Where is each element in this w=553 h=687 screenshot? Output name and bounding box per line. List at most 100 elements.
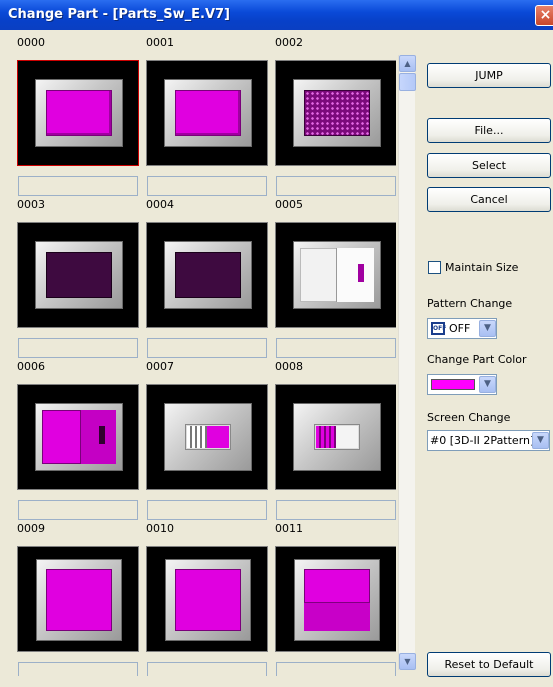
switch-graphic [164, 79, 252, 147]
part-name-field[interactable] [147, 662, 267, 676]
part-cell[interactable]: 0011 [270, 522, 396, 676]
scroll-down-button[interactable]: ▼ [399, 653, 416, 670]
chevron-down-icon: ▼ [484, 323, 491, 333]
part-thumbnail[interactable] [17, 546, 139, 652]
maintain-size-label: Maintain Size [445, 261, 519, 274]
switch-graphic [207, 426, 229, 448]
switch-graphic [175, 90, 241, 136]
part-name-field[interactable] [18, 338, 138, 358]
window-title: Change Part - [Parts_Sw_E.V7] [8, 7, 230, 22]
switch-graphic [336, 248, 374, 302]
gallery-scrollbar[interactable]: ▲ ▼ [398, 55, 416, 670]
part-cell[interactable]: 0009 [12, 522, 139, 676]
switch-graphic [293, 403, 381, 471]
jump-button[interactable]: JUMP [427, 63, 551, 88]
part-cell[interactable]: 0003 [12, 198, 139, 358]
switch-graphic [175, 252, 241, 298]
pattern-change-label: Pattern Change [427, 297, 513, 310]
part-number-label: 0007 [146, 360, 174, 373]
change-part-color-label: Change Part Color [427, 353, 527, 366]
switch-graphic [46, 90, 112, 136]
part-number-label: 0003 [17, 198, 45, 211]
part-thumbnail[interactable] [146, 222, 268, 328]
part-name-field[interactable] [18, 500, 138, 520]
switch-graphic [35, 79, 123, 147]
switch-graphic [36, 559, 122, 641]
switch-graphic [316, 426, 336, 448]
part-thumbnail[interactable] [17, 222, 139, 328]
reset-to-default-button[interactable]: Reset to Default [427, 652, 551, 677]
switch-graphic [46, 569, 112, 631]
part-cell[interactable]: 0000 [12, 36, 139, 196]
screen-change-select[interactable]: #0 [3D-II 2Pattern] ▼ [427, 430, 550, 451]
part-name-field[interactable] [147, 176, 267, 196]
part-cell[interactable]: 0010 [141, 522, 268, 676]
part-name-field[interactable] [276, 662, 396, 676]
cancel-button[interactable]: Cancel [427, 187, 551, 212]
pattern-change-select[interactable]: OFF OFF ▼ [427, 318, 497, 339]
switch-graphic [304, 603, 370, 631]
chevron-down-icon: ▼ [404, 657, 411, 666]
part-cell[interactable]: 0005 [270, 198, 396, 358]
part-name-field[interactable] [18, 662, 138, 676]
part-number-label: 0001 [146, 36, 174, 49]
chevron-down-icon: ▼ [537, 435, 544, 445]
part-name-field[interactable] [276, 500, 396, 520]
scroll-thumb[interactable] [399, 73, 416, 91]
part-cell[interactable]: 0002 [270, 36, 396, 196]
part-thumbnail[interactable] [17, 384, 139, 490]
chevron-up-icon: ▲ [404, 59, 411, 68]
part-thumbnail[interactable] [275, 546, 396, 652]
switch-graphic [165, 559, 251, 641]
part-number-label: 0009 [17, 522, 45, 535]
part-cell[interactable]: 0004 [141, 198, 268, 358]
screen-change-label: Screen Change [427, 411, 511, 424]
part-name-field[interactable] [147, 338, 267, 358]
part-cell[interactable]: 0008 [270, 360, 396, 520]
part-name-field[interactable] [18, 176, 138, 196]
switch-graphic [358, 264, 364, 282]
part-thumbnail[interactable] [146, 60, 268, 166]
pattern-change-dropdown-arrow[interactable]: ▼ [479, 320, 496, 337]
scroll-up-button[interactable]: ▲ [399, 55, 416, 72]
part-color-select[interactable]: ▼ [427, 374, 497, 395]
part-name-field[interactable] [276, 338, 396, 358]
switch-graphic [293, 241, 381, 309]
parts-gallery: 0000 0001 0002 0003 0004 0005 0006 0007 0008 0009… [12, 36, 396, 676]
screen-change-dropdown-arrow[interactable]: ▼ [532, 432, 549, 449]
part-color-dropdown-arrow[interactable]: ▼ [479, 376, 496, 393]
part-thumbnail[interactable] [275, 384, 396, 490]
part-number-label: 0002 [275, 36, 303, 49]
chevron-down-icon: ▼ [484, 379, 491, 389]
switch-graphic [293, 79, 381, 147]
part-thumbnail[interactable] [17, 60, 139, 166]
part-number-label: 0000 [17, 36, 45, 49]
change-part-dialog: Change Part - [Parts_Sw_E.V7] × 0000 0001… [0, 0, 553, 687]
file-button[interactable]: File... [427, 118, 551, 143]
part-number-label: 0008 [275, 360, 303, 373]
close-button[interactable]: × [535, 5, 553, 26]
switch-graphic [294, 559, 380, 641]
switch-graphic [35, 241, 123, 309]
switch-graphic [80, 410, 116, 464]
part-cell[interactable]: 0007 [141, 360, 268, 520]
title-bar[interactable]: Change Part - [Parts_Sw_E.V7] × [0, 0, 553, 30]
select-button[interactable]: Select [427, 153, 551, 178]
part-cell[interactable]: 0001 [141, 36, 268, 196]
part-cell[interactable]: 0006 [12, 360, 139, 520]
off-switch-icon: OFF [431, 322, 446, 335]
switch-graphic [304, 90, 370, 136]
part-name-field[interactable] [147, 500, 267, 520]
part-thumbnail[interactable] [146, 546, 268, 652]
part-name-field[interactable] [276, 176, 396, 196]
switch-graphic [175, 569, 241, 631]
screen-change-value: #0 [3D-II 2Pattern] [430, 434, 535, 447]
part-thumbnail[interactable] [275, 222, 396, 328]
part-thumbnail[interactable] [275, 60, 396, 166]
switch-graphic [164, 403, 252, 471]
pattern-change-value: OFF [449, 322, 471, 335]
maintain-size-checkbox[interactable] [428, 261, 441, 274]
part-number-label: 0005 [275, 198, 303, 211]
color-swatch [431, 379, 475, 390]
part-thumbnail[interactable] [146, 384, 268, 490]
